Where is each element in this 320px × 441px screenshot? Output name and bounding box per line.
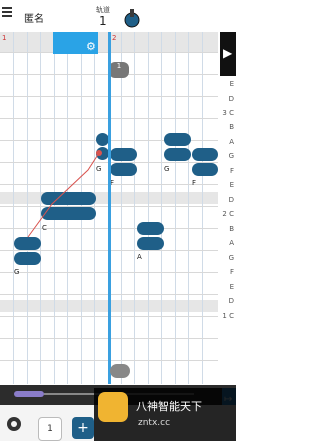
pitch-label: G: [228, 254, 234, 262]
pitch-label: E: [229, 80, 234, 88]
watermark-text: 八神智能天下: [136, 400, 202, 413]
pitch-label: E: [229, 283, 234, 291]
settings-gear-icon[interactable]: [4, 414, 24, 434]
pitch-label: 2 C: [222, 210, 234, 218]
instrument-icon[interactable]: [124, 8, 140, 28]
pitch-label: B: [229, 225, 234, 233]
pitch-label: F: [229, 167, 234, 175]
watermark-url: zntx.cc: [138, 418, 171, 428]
note-label: G: [164, 165, 170, 173]
watermark-logo: [98, 392, 128, 422]
page-number[interactable]: 1: [38, 417, 62, 441]
pitch-labels: E D 3 C B A G F E D 2 C B A G F E D 1 C: [218, 32, 236, 384]
note-label: A: [137, 253, 142, 261]
pitch-label: A: [229, 239, 234, 247]
pitch-label: E: [229, 181, 234, 189]
pitch-label: B: [229, 123, 234, 131]
pitch-label: A: [229, 138, 234, 146]
bar-number: 1: [2, 34, 7, 42]
playhead-handle[interactable]: [110, 364, 130, 378]
add-button[interactable]: +: [72, 417, 94, 439]
play-icon[interactable]: ▶: [223, 46, 232, 60]
note-label: G: [14, 268, 20, 276]
pitch-label: G: [228, 152, 234, 160]
pitch-label: F: [229, 268, 234, 276]
track-number[interactable]: 1: [99, 14, 107, 28]
scroll-thumb[interactable]: [14, 391, 44, 397]
pitch-label: 3 C: [222, 109, 234, 117]
gear-icon[interactable]: ⚙: [86, 40, 96, 53]
pitch-label: 1 C: [222, 312, 234, 320]
playhead[interactable]: [108, 32, 111, 384]
bar-number: 2: [112, 34, 117, 42]
pitch-label: D: [228, 95, 234, 103]
note-label: F: [192, 179, 197, 187]
note-label: C: [42, 224, 47, 232]
measure-badge[interactable]: 1: [109, 62, 129, 78]
menu-icon[interactable]: [2, 7, 12, 17]
pitch-label: D: [228, 196, 234, 204]
note-label: G: [96, 165, 102, 173]
selected-measure-tab[interactable]: ⚙: [53, 32, 98, 54]
play-panel[interactable]: ▶: [220, 32, 236, 76]
pitch-label: D: [228, 297, 234, 305]
user-name: 匿名: [24, 14, 44, 25]
